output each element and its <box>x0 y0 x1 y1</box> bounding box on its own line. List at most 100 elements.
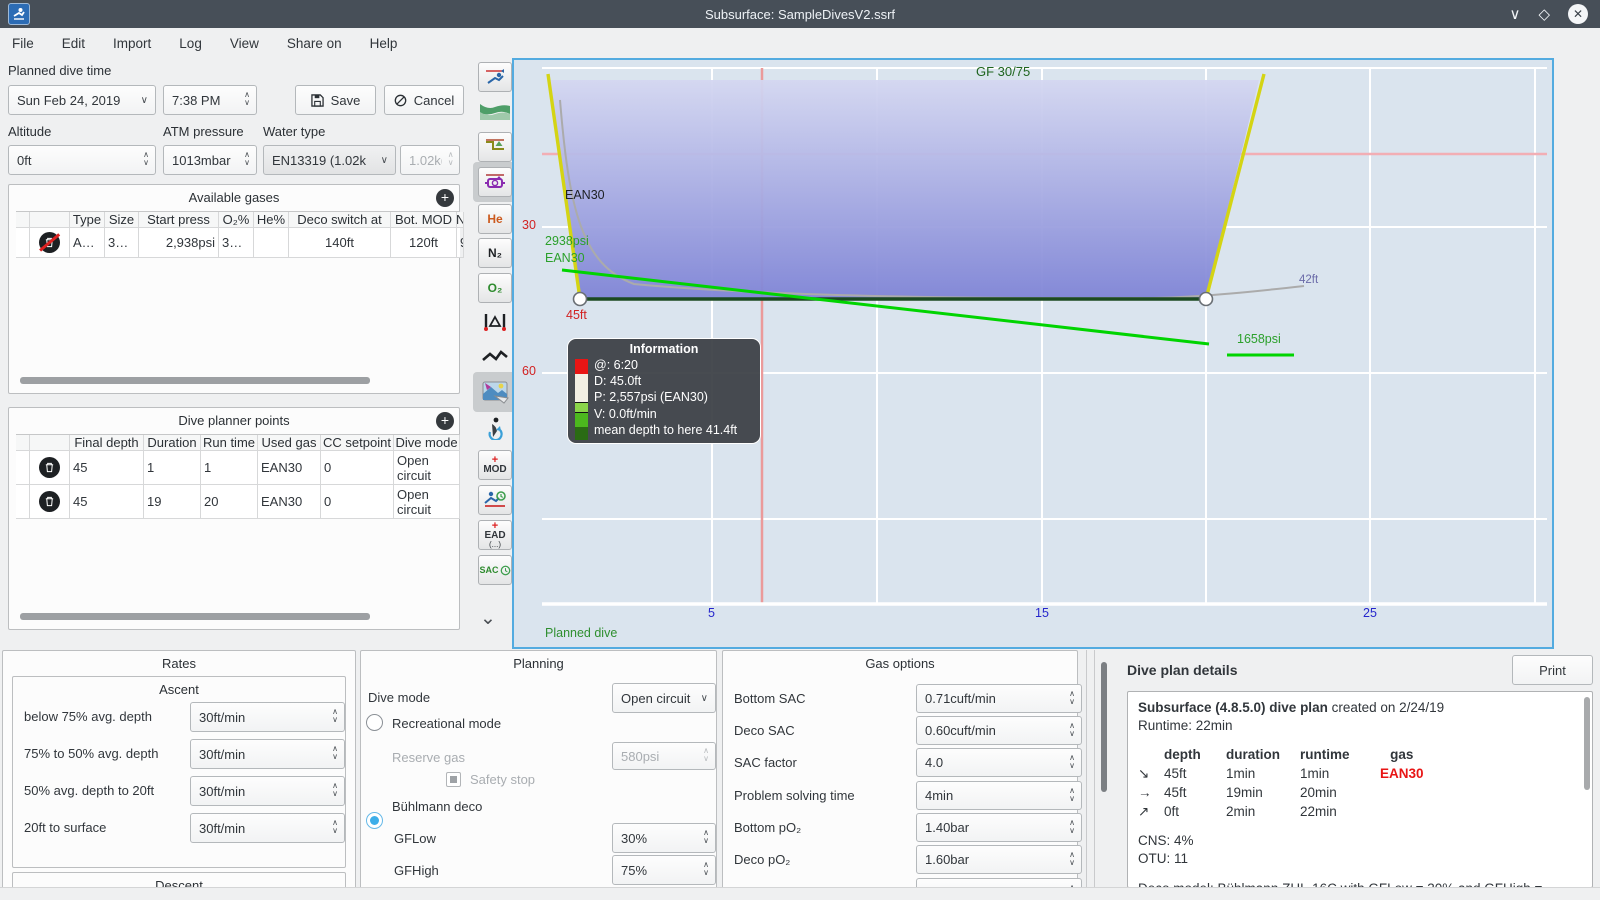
dive-computer-profile-button[interactable] <box>478 62 512 92</box>
save-button[interactable]: Save <box>295 85 376 115</box>
delete-point-cell[interactable] <box>30 451 70 485</box>
menu-log[interactable]: Log <box>179 36 202 51</box>
toolbar-more-icon[interactable]: ⌄ <box>480 607 496 630</box>
dive-profile-chart[interactable]: GF 30/75 30 60 5 15 25 EAN30 2938psi EAN… <box>512 58 1554 649</box>
menu-file[interactable]: File <box>12 36 34 51</box>
add-point-button[interactable]: + <box>436 412 454 430</box>
delete-point-icon[interactable] <box>39 457 60 478</box>
menu-share-on[interactable]: Share on <box>287 36 342 51</box>
profile-handle[interactable] <box>572 291 588 307</box>
gas-start-press[interactable]: 2,938psi <box>139 228 219 258</box>
spinner-buttons[interactable]: ∧∨ <box>697 824 715 852</box>
bottom-sac-spinner[interactable]: 0.71cuft/min ∧ ∨ <box>916 684 1082 713</box>
spinner-buttons[interactable]: ∧∨ <box>1063 717 1081 744</box>
point-depth[interactable]: 45 <box>70 451 144 485</box>
o2-graph-button[interactable]: O₂ <box>478 273 512 303</box>
waves-button[interactable] <box>478 96 512 126</box>
point-runtime[interactable]: 20 <box>201 485 258 519</box>
photos-button[interactable] <box>478 377 512 407</box>
rate-75to50-spinner[interactable]: 30ft/min ∧ ∨ <box>190 739 345 769</box>
spinner-buttons[interactable]: ∧∨ <box>326 777 344 805</box>
gas-he[interactable] <box>254 228 289 258</box>
points-col-used-gas[interactable]: Used gas <box>258 435 321 451</box>
points-col-cc-setpoint[interactable]: CC setpoint <box>321 435 394 451</box>
points-col-run-time[interactable]: Run time <box>201 435 258 451</box>
sac-factor-spinner[interactable]: 4.0 ∧ ∨ <box>916 748 1082 777</box>
spinner-buttons[interactable]: ∧∨ <box>326 814 344 842</box>
point-depth[interactable]: 45 <box>70 485 144 519</box>
dive-plan-notes[interactable]: Subsurface (4.8.5.0) dive plan created o… <box>1127 691 1593 888</box>
points-hscrollbar[interactable] <box>20 613 370 620</box>
gases-col-start-press[interactable]: Start press <box>139 212 219 228</box>
point-runtime[interactable]: 1 <box>201 451 258 485</box>
point-setpoint[interactable]: 0 <box>321 485 394 519</box>
spinner-buttons[interactable]: ∧∨ <box>1063 685 1081 712</box>
gases-col-type[interactable]: Type <box>70 212 105 228</box>
ead-button[interactable]: + EAD (...) <box>478 520 512 550</box>
recreational-mode-radio[interactable] <box>366 714 383 731</box>
delete-gas-icon[interactable] <box>39 232 60 253</box>
profile-edit-button[interactable] <box>478 132 512 162</box>
point-gas[interactable]: EAN30 <box>258 485 321 519</box>
sac-button[interactable]: SAC <box>478 555 512 585</box>
gases-col-o2[interactable]: O₂% <box>219 212 254 228</box>
spinner-buttons[interactable]: ∧∨ <box>137 146 155 174</box>
gfhigh-spinner[interactable]: 75% ∧ ∨ <box>612 855 716 885</box>
gas-o2[interactable]: 3… <box>219 228 254 258</box>
panel-splitter[interactable] <box>1086 650 1087 900</box>
information-tooltip[interactable]: Information @: 6:20 D: 45.0ft P: 2,557ps… <box>567 338 761 444</box>
gases-col-deco-switch[interactable]: Deco switch at <box>289 212 391 228</box>
problem-solving-time-spinner[interactable]: 4min ∧ ∨ <box>916 781 1082 810</box>
menu-help[interactable]: Help <box>370 36 398 51</box>
gases-col-mnd[interactable]: MND <box>457 212 464 228</box>
maximize-icon[interactable]: ◇ <box>1538 5 1550 23</box>
deco-po2-spinner[interactable]: 1.60bar ∧ ∨ <box>916 845 1082 874</box>
bottom-po2-spinner[interactable]: 1.40bar ∧ ∨ <box>916 813 1082 842</box>
rate-50to20ft-spinner[interactable]: 30ft/min ∧ ∨ <box>190 776 345 806</box>
delete-point-icon[interactable] <box>39 491 60 512</box>
gas-type[interactable]: A… <box>70 228 105 258</box>
gases-hscrollbar[interactable] <box>20 377 370 384</box>
dive-duration-button[interactable] <box>478 485 512 515</box>
spinner-buttons[interactable]: ∧∨ <box>238 146 256 174</box>
gas-size[interactable]: 3… <box>105 228 139 258</box>
points-col-dive-mode[interactable]: Dive mode <box>394 435 460 451</box>
menu-view[interactable]: View <box>230 36 259 51</box>
cancel-button[interactable]: Cancel <box>384 85 464 115</box>
gflow-spinner[interactable]: 30% ∧ ∨ <box>612 823 716 853</box>
spinner-buttons[interactable]: ∧∨ <box>326 703 344 731</box>
spinner-buttons[interactable]: ∧∨ <box>1063 814 1081 841</box>
menu-import[interactable]: Import <box>113 36 151 51</box>
points-col-final-depth[interactable]: Final depth <box>70 435 144 451</box>
add-gas-button[interactable]: + <box>436 189 454 207</box>
buhlmann-deco-radio[interactable] <box>366 812 383 829</box>
delete-point-cell[interactable] <box>30 485 70 519</box>
planned-dive-tab[interactable]: Planned dive <box>545 626 617 640</box>
spinner-buttons[interactable]: ∧∨ <box>1063 846 1081 873</box>
gas-bot-mod[interactable]: 120ft <box>391 228 457 258</box>
points-col-duration[interactable]: Duration <box>144 435 201 451</box>
gases-col-size[interactable]: Size <box>105 212 139 228</box>
close-icon[interactable]: ✕ <box>1568 4 1588 24</box>
dive-mode-change-button[interactable] <box>478 413 512 443</box>
point-duration[interactable]: 1 <box>144 451 201 485</box>
rate-below75-spinner[interactable]: 30ft/min ∧ ∨ <box>190 702 345 732</box>
menu-edit[interactable]: Edit <box>62 36 85 51</box>
print-button[interactable]: Print <box>1512 655 1593 685</box>
spinner-buttons[interactable]: ∧∨ <box>326 740 344 768</box>
spinner-buttons[interactable]: ∧∨ <box>238 86 256 114</box>
spinner-buttons[interactable]: ∧∨ <box>1063 749 1081 776</box>
rate-20ft-surface-spinner[interactable]: 30ft/min ∧ ∨ <box>190 813 345 843</box>
dive-mode-select[interactable]: Open circuit ∨ <box>612 683 716 713</box>
point-duration[interactable]: 19 <box>144 485 201 519</box>
mod-button[interactable]: + MOD <box>478 450 512 480</box>
he-graph-button[interactable]: He <box>478 204 512 234</box>
details-vscrollbar[interactable] <box>1101 662 1107 792</box>
point-dive-mode[interactable]: Open circuit <box>394 485 460 519</box>
heartrate-button[interactable] <box>478 342 512 372</box>
altitude-spinner[interactable]: 0ft ∧ ∨ <box>8 145 156 175</box>
gas-deco-switch[interactable]: 140ft <box>289 228 391 258</box>
calculated-ceiling-button[interactable] <box>478 167 512 197</box>
point-gas[interactable]: EAN30 <box>258 451 321 485</box>
water-type-select[interactable]: EN13319 (1.02k ∨ <box>263 145 396 175</box>
